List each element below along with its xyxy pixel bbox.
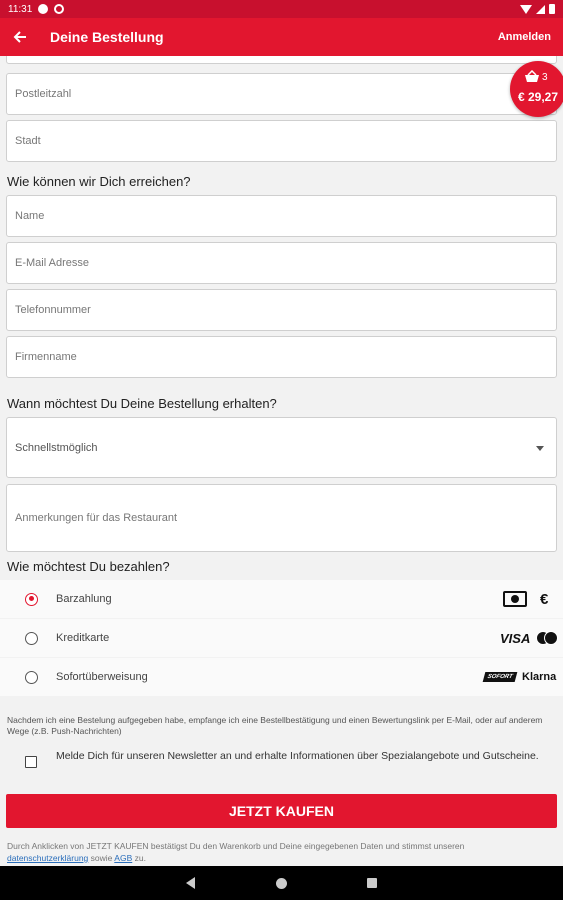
cash-icon: [503, 591, 527, 607]
mastercard-logo: [536, 631, 558, 645]
confirmation-notice: Nachdem ich eine Bestelung aufgegeben ha…: [7, 715, 543, 736]
company-field[interactable]: Firmenname: [6, 336, 557, 378]
visa-logo: VISA: [500, 630, 531, 646]
city-field[interactable]: Stadt: [6, 120, 557, 162]
payment-option-cash[interactable]: Barzahlung €: [0, 580, 563, 618]
name-field[interactable]: Name: [6, 195, 557, 237]
cash-radio[interactable]: [25, 592, 38, 606]
payment-heading: Wie möchtest Du bezahlen?: [7, 559, 170, 574]
newsletter-label[interactable]: Melde Dich für unseren Newsletter an und…: [56, 749, 546, 763]
page-title: Deine Bestellung: [50, 29, 164, 45]
terms-text: Durch Anklicken von JETZT KAUFEN bestäti…: [7, 841, 465, 851]
app-bar: Deine Bestellung Anmelden: [0, 18, 563, 56]
terms-notice: Durch Anklicken von JETZT KAUFEN bestäti…: [7, 840, 557, 864]
phone-field[interactable]: Telefonnummer: [6, 289, 557, 331]
email-field[interactable]: E-Mail Adresse: [6, 242, 557, 284]
agb-link[interactable]: AGB: [114, 853, 132, 863]
system-navigation-bar: [0, 866, 563, 900]
city-placeholder: Stadt: [15, 135, 41, 147]
sofort-label: Sofortüberweisung: [56, 671, 148, 683]
basket-icon: [525, 70, 539, 82]
dropdown-arrow-icon: [536, 445, 544, 451]
cart-total: € 29,27: [517, 90, 559, 104]
company-placeholder: Firmenname: [15, 351, 77, 363]
arrow-left-icon: [13, 31, 26, 43]
card-label: Kreditkarte: [56, 632, 110, 644]
klarna-logo: Klarna: [522, 671, 557, 683]
battery-icon: [549, 4, 555, 14]
sync-icon: [54, 4, 65, 14]
delivery-time-select[interactable]: Schnellstmöglich: [6, 417, 557, 478]
cash-label: Barzahlung: [56, 593, 112, 605]
euro-icon: €: [540, 590, 549, 608]
back-button[interactable]: [0, 18, 40, 56]
nav-back-icon[interactable]: [186, 877, 195, 889]
notification-icon: [38, 4, 49, 14]
payment-option-card[interactable]: Kreditkarte VISA: [0, 619, 563, 657]
privacy-policy-link[interactable]: datenschutzerklärung: [7, 853, 88, 863]
restaurant-remarks-field[interactable]: Anmerkungen für das Restaurant: [6, 484, 557, 552]
contact-heading: Wie können wir Dich erreichen?: [7, 174, 191, 189]
wifi-icon: [520, 4, 532, 14]
sofort-radio[interactable]: [25, 670, 38, 684]
login-button[interactable]: Anmelden: [498, 31, 551, 43]
remarks-placeholder: Anmerkungen für das Restaurant: [15, 512, 178, 524]
buy-now-button[interactable]: JETZT KAUFEN: [6, 794, 557, 828]
postcode-field[interactable]: Postleitzahl: [6, 73, 557, 115]
checkout-form[interactable]: Postleitzahl Stadt Wie können wir Dich e…: [0, 56, 563, 866]
nav-recent-apps-icon[interactable]: [367, 878, 377, 888]
status-bar: 11:31: [0, 0, 563, 18]
phone-placeholder: Telefonnummer: [15, 304, 91, 316]
newsletter-checkbox[interactable]: [25, 756, 37, 768]
postcode-placeholder: Postleitzahl: [15, 88, 72, 100]
delivery-time-value: Schnellstmöglich: [15, 441, 98, 454]
street-field[interactable]: [6, 56, 557, 64]
sofort-logo: SOFORT: [482, 672, 518, 682]
cart-count: 3: [542, 72, 548, 83]
status-time: 11:31: [8, 3, 33, 15]
name-placeholder: Name: [15, 210, 45, 222]
terms-text-end: zu.: [134, 853, 146, 863]
cart-badge[interactable]: 3 € 29,27: [510, 61, 563, 117]
delivery-heading: Wann möchtest Du Deine Bestellung erhalt…: [7, 396, 277, 411]
signal-icon: [536, 4, 545, 14]
card-radio[interactable]: [25, 631, 38, 645]
payment-option-sofort[interactable]: Sofortüberweisung SOFORT Klarna: [0, 658, 563, 696]
email-placeholder: E-Mail Adresse: [15, 257, 89, 269]
nav-home-icon[interactable]: [276, 878, 287, 889]
terms-text-middle: sowie: [90, 853, 113, 863]
